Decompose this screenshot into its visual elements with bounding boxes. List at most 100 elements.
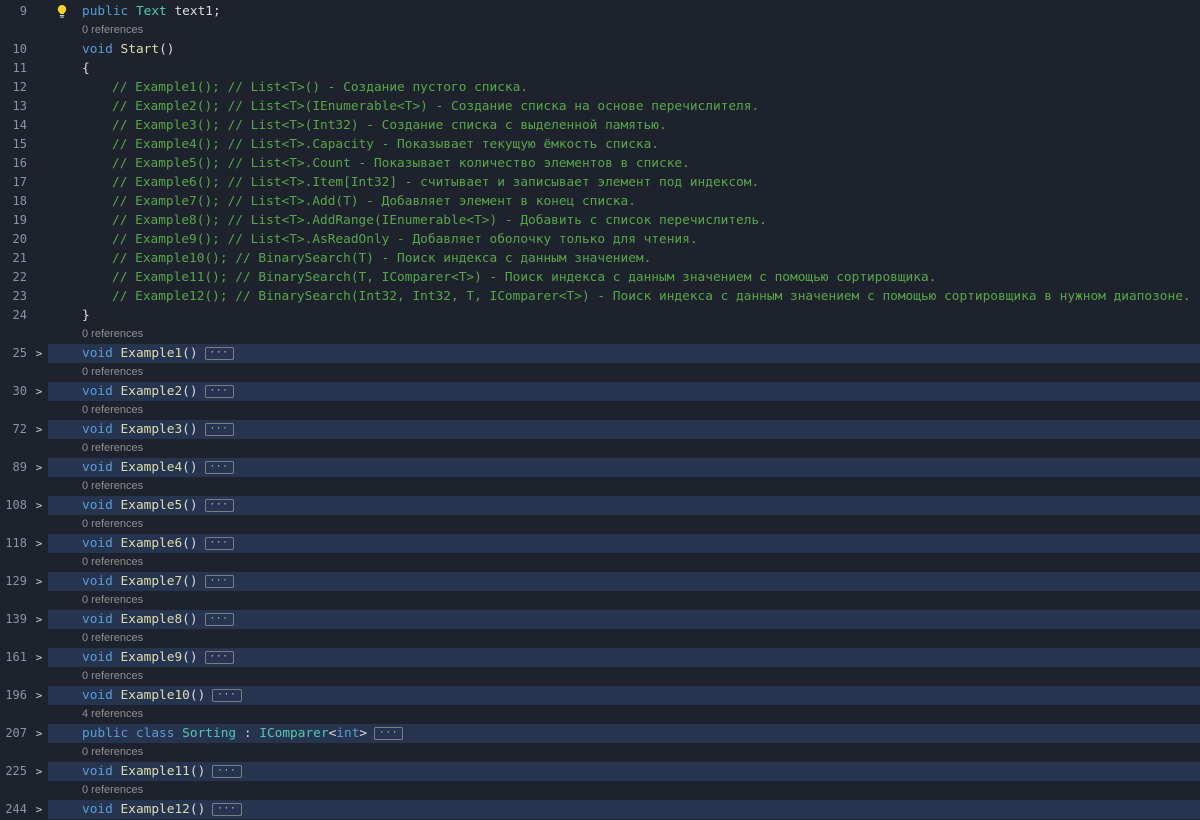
code-line-content[interactable]: // Example3(); // List<T>(Int32) - Созда… [48, 116, 1200, 135]
code-token-comment: // Example8(); // List<T>.AddRange(IEnum… [112, 213, 767, 228]
code-line-content[interactable]: // Example7(); // List<T>.Add(T) - Добав… [48, 192, 1200, 211]
collapsed-region-box[interactable]: ··· [204, 575, 234, 588]
line-number: 207 [5, 726, 27, 740]
fold-chevron-icon[interactable]: > [30, 686, 48, 705]
codelens-link[interactable]: 0 references [48, 629, 1200, 648]
fold-chevron-icon[interactable]: > [30, 610, 48, 629]
code-line-content[interactable]: public class Sorting : IComparer<int> ··· [48, 724, 1200, 743]
line-number [0, 439, 30, 458]
fold-gutter [30, 21, 48, 40]
code-line-content[interactable]: void Example5() ··· [48, 496, 1200, 515]
collapsed-region-box[interactable]: ··· [212, 689, 242, 702]
fold-chevron-icon[interactable]: > [30, 762, 48, 781]
codelens-link[interactable]: 0 references [48, 553, 1200, 572]
fold-gutter [30, 477, 48, 496]
codelens-link[interactable]: 0 references [48, 743, 1200, 762]
fold-gutter [30, 211, 48, 230]
code-token-comment: // Example1(); // List<T>() - Создание п… [112, 80, 529, 95]
fold-chevron-icon[interactable]: > [30, 648, 48, 667]
collapsed-region-box[interactable]: ··· [374, 727, 404, 740]
fold-chevron-icon[interactable]: > [30, 458, 48, 477]
code-line-content[interactable]: void Example11() ··· [48, 762, 1200, 781]
code-token-plain: () [189, 764, 206, 779]
code-line-content[interactable]: // Example9(); // List<T>.AsReadOnly - Д… [48, 230, 1200, 249]
code-line-content[interactable]: void Example4() ··· [48, 458, 1200, 477]
code-token-plain: () [182, 346, 198, 361]
code-line-content[interactable]: void Start() [48, 40, 1200, 59]
code-line-content[interactable]: } [48, 306, 1200, 325]
codelens-row: 0 references [0, 591, 1200, 610]
collapsed-region-box[interactable]: ··· [212, 765, 242, 778]
line-number [0, 515, 30, 534]
collapsed-region-box[interactable]: ··· [204, 499, 234, 512]
fold-gutter [30, 192, 48, 211]
fold-chevron-icon[interactable]: > [30, 420, 48, 439]
codelens-link[interactable]: 0 references [48, 781, 1200, 800]
collapsed-region-box[interactable]: ··· [204, 461, 234, 474]
collapsed-region-box[interactable]: ··· [204, 347, 234, 360]
line-number: 30 [12, 384, 27, 398]
collapsed-region-box[interactable]: ··· [204, 651, 234, 664]
line-number: 129 [5, 574, 27, 588]
codelens-link[interactable]: 0 references [48, 401, 1200, 420]
code-line-content[interactable]: void Example1() ··· [48, 344, 1200, 363]
code-line-content[interactable]: void Example9() ··· [48, 648, 1200, 667]
code-row: 225 > void Example11() ··· [0, 762, 1200, 781]
code-line-content[interactable]: // Example5(); // List<T>.Count - Показы… [48, 154, 1200, 173]
code-row: 72 > void Example3() ··· [0, 420, 1200, 439]
line-number [0, 21, 30, 40]
collapsed-region-box[interactable]: ··· [212, 803, 242, 816]
code-line-content[interactable]: public Text text1; [48, 2, 1200, 21]
codelens-link[interactable]: 4 references [48, 705, 1200, 724]
line-number: 108 [5, 498, 27, 512]
collapsed-region-box[interactable]: ··· [204, 613, 234, 626]
code-row: 15 // Example4(); // List<T>.Capacity - П… [0, 135, 1200, 154]
fold-chevron-icon[interactable]: > [30, 382, 48, 401]
code-line-content[interactable]: void Example6() ··· [48, 534, 1200, 553]
code-line-content[interactable]: void Example10() ··· [48, 686, 1200, 705]
code-row: 139 > void Example8() ··· [0, 610, 1200, 629]
fold-chevron-icon[interactable]: > [30, 724, 48, 743]
fold-chevron-icon[interactable]: > [30, 344, 48, 363]
codelens-link[interactable]: 0 references [48, 667, 1200, 686]
code-line-content[interactable]: void Example8() ··· [48, 610, 1200, 629]
codelens-link[interactable]: 0 references [48, 21, 1200, 40]
codelens-link[interactable]: 0 references [48, 591, 1200, 610]
line-number: 18 [12, 194, 27, 208]
code-line-content[interactable]: // Example12(); // BinarySearch(Int32, I… [48, 287, 1200, 306]
fold-chevron-icon[interactable]: > [30, 572, 48, 591]
code-line-content[interactable]: // Example1(); // List<T>() - Создание п… [48, 78, 1200, 97]
codelens-link[interactable]: 0 references [48, 325, 1200, 344]
collapsed-region-box[interactable]: ··· [204, 385, 234, 398]
code-line-content[interactable]: void Example7() ··· [48, 572, 1200, 591]
code-token-comment: // Example4(); // List<T>.Capacity - Пок… [112, 137, 660, 152]
codelens-link[interactable]: 0 references [48, 363, 1200, 382]
codelens-row: 0 references [0, 781, 1200, 800]
code-line-content[interactable]: // Example4(); // List<T>.Capacity - Пок… [48, 135, 1200, 154]
code-line-content[interactable]: void Example3() ··· [48, 420, 1200, 439]
fold-chevron-icon[interactable]: > [30, 496, 48, 515]
code-line-content[interactable]: void Example2() ··· [48, 382, 1200, 401]
fold-chevron-icon[interactable]: > [30, 800, 48, 819]
line-number: 15 [12, 137, 27, 151]
fold-chevron-icon[interactable]: > [30, 534, 48, 553]
fold-gutter [30, 439, 48, 458]
code-line-content[interactable]: // Example2(); // List<T>(IEnumerable<T>… [48, 97, 1200, 116]
code-row: 11 { [0, 59, 1200, 78]
code-line-content[interactable]: void Example12() ··· [48, 800, 1200, 819]
codelens-link[interactable]: 0 references [48, 515, 1200, 534]
line-number [0, 401, 30, 420]
collapsed-region-box[interactable]: ··· [204, 537, 234, 550]
collapsed-region-box[interactable]: ··· [204, 423, 234, 436]
codelens-link[interactable]: 0 references [48, 439, 1200, 458]
code-line-content[interactable]: // Example8(); // List<T>.AddRange(IEnum… [48, 211, 1200, 230]
code-token-comment: // Example2(); // List<T>(IEnumerable<T>… [112, 99, 760, 114]
lightbulb-icon[interactable] [55, 4, 70, 19]
code-line-content[interactable]: // Example11(); // BinarySearch(T, IComp… [48, 268, 1200, 287]
code-row: 18 // Example7(); // List<T>.Add(T) - Доб… [0, 192, 1200, 211]
code-line-content[interactable]: // Example6(); // List<T>.Item[Int32] - … [48, 173, 1200, 192]
code-token-keyword: void [82, 574, 121, 589]
code-line-content[interactable]: // Example10(); // BinarySearch(T) - Пои… [48, 249, 1200, 268]
codelens-link[interactable]: 0 references [48, 477, 1200, 496]
code-line-content[interactable]: { [48, 59, 1200, 78]
